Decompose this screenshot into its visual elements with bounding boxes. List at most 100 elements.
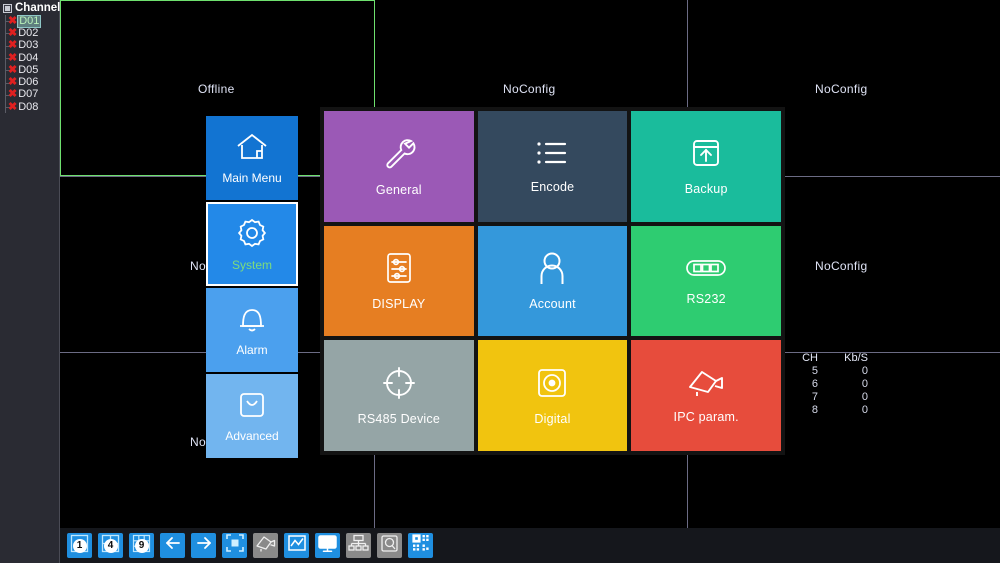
channel-label: D04 (18, 51, 39, 64)
channel-list-item-d05[interactable]: ✖ D05 (0, 63, 59, 77)
home-icon (235, 132, 269, 171)
red-x-icon: ✖ (8, 88, 18, 101)
list-icon (534, 138, 570, 180)
crosshair-icon (382, 366, 416, 412)
side-menu-label: System (231, 257, 272, 272)
menu-tile-label: General (375, 183, 422, 198)
stats-row: 8 0 (792, 404, 872, 417)
menu-tile-encode[interactable]: Encode (477, 111, 628, 222)
menu-tile-account[interactable]: Account (477, 225, 628, 337)
channel-list-item-d02[interactable]: ✖ D02 (0, 26, 59, 40)
channel-label: D06 (18, 76, 39, 89)
arrow-left-icon (163, 533, 183, 558)
stats-ch: 8 (811, 404, 818, 416)
stats-ch: 6 (811, 378, 818, 390)
monitor-icon (317, 534, 338, 558)
cell-status-label: NoConfig (503, 82, 556, 96)
side-menu-item-system[interactable]: System (206, 202, 298, 286)
channel-list-item-d07[interactable]: ✖ D07 (0, 88, 59, 102)
side-menu-item-alarm[interactable]: Alarm (206, 288, 298, 372)
channel-label: D01 (17, 14, 42, 28)
stats-header-kbs: Kb/S (844, 352, 868, 364)
ptz-button[interactable] (253, 533, 278, 558)
split-9-number: 9 (138, 539, 145, 551)
tray-icon (237, 390, 267, 429)
sliders-icon (383, 251, 415, 297)
red-x-icon: ✖ (8, 51, 18, 64)
channel-list-item-d08[interactable]: ✖ D08 (0, 100, 59, 114)
stats-row: 7 0 (792, 391, 872, 404)
network-button[interactable] (346, 533, 371, 558)
channel-panel-title: Channel (15, 2, 61, 14)
channel-list-item-d01[interactable]: ✖ D01 (0, 14, 59, 28)
side-menu-label: Alarm (236, 342, 268, 357)
menu-tile-general[interactable]: General (324, 111, 474, 222)
red-x-icon: ✖ (8, 39, 18, 52)
channel-panel-header[interactable]: Channel (0, 0, 61, 15)
previous-button[interactable] (160, 533, 185, 558)
channel-label: D07 (18, 88, 39, 101)
backup-icon (689, 136, 723, 182)
side-menu-item-main-menu[interactable]: Main Menu (206, 116, 298, 200)
side-menu-item-advanced[interactable]: Advanced (206, 374, 298, 458)
bell-icon (236, 304, 268, 343)
menu-tile-rs232[interactable]: RS232 (631, 225, 781, 337)
side-menu-label: Advanced (225, 428, 279, 443)
stats-kbs: 0 (861, 391, 868, 403)
menu-tile-label: Account (529, 296, 576, 311)
camera-icon (686, 368, 726, 410)
stats-ch: 5 (811, 365, 818, 377)
split-9-button[interactable]: 9 (129, 533, 154, 558)
playback-button[interactable] (284, 533, 309, 558)
gear-icon (236, 217, 268, 258)
cell-status-label: No (190, 435, 206, 449)
channel-list-item-d03[interactable]: ✖ D03 (0, 39, 59, 52)
chart-icon (287, 533, 307, 558)
bitrate-stats-overlay: CH Kb/S 5 0 6 0 7 0 8 0 (792, 352, 872, 417)
monitor-button[interactable] (315, 533, 340, 558)
qrcode-icon (411, 533, 431, 558)
side-menu-label: Main Menu (222, 170, 282, 185)
checkbox-icon[interactable] (3, 3, 12, 13)
system-menu-grid: General Encode Backup DISPLAY Account RS… (320, 107, 785, 455)
split-1-number: 1 (76, 539, 83, 551)
stats-kbs: 0 (861, 365, 868, 377)
qrcode-button[interactable] (408, 533, 433, 558)
red-x-icon: ✖ (8, 26, 18, 39)
channel-panel: Channel ✖ D01 ✖ D02 ✖ D03 ✖ D04 ✖ D05 ✖ … (0, 0, 60, 563)
cell-status-label: NoConfig (815, 82, 868, 96)
split-4-number: 4 (107, 539, 114, 551)
bottom-toolbar: 1 4 9 (60, 528, 1000, 563)
stats-header-ch: CH (802, 352, 818, 364)
menu-tile-label: Digital (534, 411, 571, 426)
menu-tile-label: DISPLAY (372, 296, 426, 311)
menu-tile-label: RS232 (686, 291, 726, 306)
channel-label: D03 (18, 39, 39, 52)
hard-disk-icon (380, 534, 399, 558)
dvr-live-view-screen: Offline NoConfig NoConfig No NoConfig No… (0, 0, 1000, 563)
menu-tile-label: RS485 Device (357, 411, 440, 426)
red-x-icon: ✖ (8, 76, 18, 89)
menu-tile-ipc-param[interactable]: IPC param. (631, 340, 781, 451)
split-4-button[interactable]: 4 (98, 533, 123, 558)
menu-tile-backup[interactable]: Backup (631, 111, 781, 222)
menu-tile-digital[interactable]: Digital (477, 340, 628, 451)
camera-icon (255, 535, 276, 557)
connector-icon (685, 256, 727, 292)
network-icon (348, 534, 369, 558)
fullscreen-button[interactable] (222, 533, 247, 558)
red-x-icon: ✖ (8, 63, 18, 76)
split-1-button[interactable]: 1 (67, 533, 92, 558)
channel-list-item-d04[interactable]: ✖ D04 (0, 51, 59, 65)
red-x-icon: ✖ (8, 100, 18, 113)
menu-tile-display[interactable]: DISPLAY (324, 225, 474, 337)
user-icon (537, 251, 567, 297)
stats-header-row: CH Kb/S (792, 352, 872, 365)
cell-status-label: No (190, 259, 206, 273)
disk-button[interactable] (377, 533, 402, 558)
channel-list-item-d06[interactable]: ✖ D06 (0, 76, 59, 89)
channel-label: D05 (18, 63, 39, 76)
menu-tile-rs485-device[interactable]: RS485 Device (324, 340, 474, 451)
next-button[interactable] (191, 533, 216, 558)
channel-label: D02 (18, 26, 39, 39)
